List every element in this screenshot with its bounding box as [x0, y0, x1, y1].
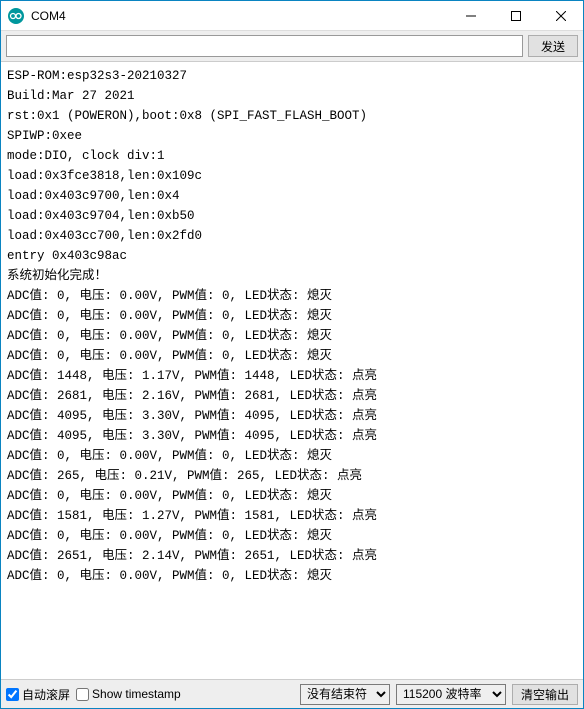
autoscroll-checkbox[interactable]: [6, 688, 19, 701]
maximize-button[interactable]: [493, 1, 538, 30]
clear-output-button[interactable]: 清空输出: [512, 684, 578, 705]
send-toolbar: 发送: [1, 31, 583, 62]
serial-monitor-window: COM4 发送 ESP-ROM:esp32s3-20210327 Build:M…: [0, 0, 584, 709]
line-ending-select[interactable]: 没有结束符: [300, 684, 390, 705]
send-input[interactable]: [6, 35, 523, 57]
serial-output[interactable]: ESP-ROM:esp32s3-20210327 Build:Mar 27 20…: [1, 62, 583, 680]
statusbar: 自动滚屏 Show timestamp 没有结束符 115200 波特率 清空输…: [1, 680, 583, 708]
window-title: COM4: [31, 9, 448, 23]
timestamp-label: Show timestamp: [92, 687, 181, 701]
window-controls: [448, 1, 583, 30]
baud-rate-select[interactable]: 115200 波特率: [396, 684, 506, 705]
timestamp-checkbox-wrap[interactable]: Show timestamp: [76, 687, 181, 701]
close-button[interactable]: [538, 1, 583, 30]
titlebar: COM4: [1, 1, 583, 31]
arduino-icon: [7, 7, 25, 25]
timestamp-checkbox[interactable]: [76, 688, 89, 701]
autoscroll-checkbox-wrap[interactable]: 自动滚屏: [6, 686, 70, 703]
autoscroll-label: 自动滚屏: [22, 686, 70, 703]
minimize-button[interactable]: [448, 1, 493, 30]
send-button[interactable]: 发送: [528, 35, 578, 57]
